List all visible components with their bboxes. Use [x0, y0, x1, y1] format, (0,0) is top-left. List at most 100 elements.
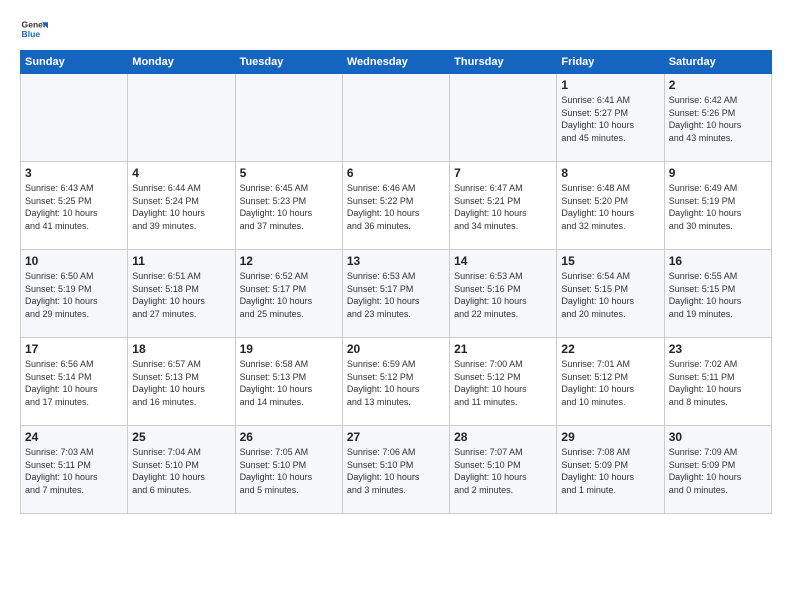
day-number: 30	[669, 430, 767, 444]
calendar-cell: 6Sunrise: 6:46 AM Sunset: 5:22 PM Daylig…	[342, 162, 449, 250]
day-number: 23	[669, 342, 767, 356]
calendar-cell: 2 Sunrise: 6:42 AM Sunset: 5:26 PM Daylig…	[664, 74, 771, 162]
calendar-week-row: 24 Sunrise: 7:03 AM Sunset: 5:11 PM Dayli…	[21, 426, 772, 514]
header: General Blue	[20, 16, 772, 44]
day-info: Sunrise: 6:54 AM Sunset: 5:15 PM Dayligh…	[561, 270, 659, 320]
day-info: Sunrise: 7:04 AM Sunset: 5:10 PM Dayligh…	[132, 446, 230, 496]
calendar-cell: 14Sunrise: 6:53 AM Sunset: 5:16 PM Dayli…	[450, 250, 557, 338]
day-info: Sunrise: 7:00 AM Sunset: 5:12 PM Dayligh…	[454, 358, 552, 408]
day-number: 28	[454, 430, 552, 444]
calendar-cell: 23 Sunrise: 7:02 AM Sunset: 5:11 PM Dayli…	[664, 338, 771, 426]
day-info: Sunrise: 6:55 AM Sunset: 5:15 PM Dayligh…	[669, 270, 767, 320]
weekday-header: Friday	[557, 51, 664, 74]
calendar-week-row: 3 Sunrise: 6:43 AM Sunset: 5:25 PM Daylig…	[21, 162, 772, 250]
calendar-cell	[21, 74, 128, 162]
calendar-cell: 15 Sunrise: 6:54 AM Sunset: 5:15 PM Dayli…	[557, 250, 664, 338]
day-number: 25	[132, 430, 230, 444]
day-number: 20	[347, 342, 445, 356]
day-info: Sunrise: 6:50 AM Sunset: 5:19 PM Dayligh…	[25, 270, 123, 320]
calendar-cell: 30 Sunrise: 7:09 AM Sunset: 5:09 PM Dayli…	[664, 426, 771, 514]
page: General Blue SundayMondayTuesdayWednesda…	[0, 0, 792, 524]
calendar-cell: 17 Sunrise: 6:56 AM Sunset: 5:14 PM Dayli…	[21, 338, 128, 426]
day-number: 12	[240, 254, 338, 268]
weekday-header: Monday	[128, 51, 235, 74]
day-info: Sunrise: 7:02 AM Sunset: 5:11 PM Dayligh…	[669, 358, 767, 408]
weekday-header: Sunday	[21, 51, 128, 74]
day-info: Sunrise: 6:58 AM Sunset: 5:13 PM Dayligh…	[240, 358, 338, 408]
calendar-cell: 5 Sunrise: 6:45 AM Sunset: 5:23 PM Daylig…	[235, 162, 342, 250]
calendar-cell: 13Sunrise: 6:53 AM Sunset: 5:17 PM Dayli…	[342, 250, 449, 338]
day-info: Sunrise: 6:41 AM Sunset: 5:27 PM Dayligh…	[561, 94, 659, 144]
day-number: 16	[669, 254, 767, 268]
day-info: Sunrise: 6:52 AM Sunset: 5:17 PM Dayligh…	[240, 270, 338, 320]
calendar-cell: 21Sunrise: 7:00 AM Sunset: 5:12 PM Dayli…	[450, 338, 557, 426]
calendar-cell: 22 Sunrise: 7:01 AM Sunset: 5:12 PM Dayli…	[557, 338, 664, 426]
day-info: Sunrise: 6:46 AM Sunset: 5:22 PM Dayligh…	[347, 182, 445, 232]
day-info: Sunrise: 7:03 AM Sunset: 5:11 PM Dayligh…	[25, 446, 123, 496]
svg-text:Blue: Blue	[22, 29, 41, 39]
calendar-cell: 12 Sunrise: 6:52 AM Sunset: 5:17 PM Dayli…	[235, 250, 342, 338]
calendar-week-row: 10 Sunrise: 6:50 AM Sunset: 5:19 PM Dayli…	[21, 250, 772, 338]
calendar-cell: 25 Sunrise: 7:04 AM Sunset: 5:10 PM Dayli…	[128, 426, 235, 514]
calendar-cell: 16 Sunrise: 6:55 AM Sunset: 5:15 PM Dayli…	[664, 250, 771, 338]
day-info: Sunrise: 7:06 AM Sunset: 5:10 PM Dayligh…	[347, 446, 445, 496]
calendar-cell	[342, 74, 449, 162]
day-number: 5	[240, 166, 338, 180]
calendar-cell: 28Sunrise: 7:07 AM Sunset: 5:10 PM Dayli…	[450, 426, 557, 514]
weekday-header: Saturday	[664, 51, 771, 74]
day-number: 24	[25, 430, 123, 444]
day-info: Sunrise: 6:42 AM Sunset: 5:26 PM Dayligh…	[669, 94, 767, 144]
calendar-cell: 8Sunrise: 6:48 AM Sunset: 5:20 PM Daylig…	[557, 162, 664, 250]
day-info: Sunrise: 6:51 AM Sunset: 5:18 PM Dayligh…	[132, 270, 230, 320]
calendar-cell: 29Sunrise: 7:08 AM Sunset: 5:09 PM Dayli…	[557, 426, 664, 514]
day-info: Sunrise: 6:53 AM Sunset: 5:17 PM Dayligh…	[347, 270, 445, 320]
calendar-cell: 1 Sunrise: 6:41 AM Sunset: 5:27 PM Daylig…	[557, 74, 664, 162]
day-info: Sunrise: 7:05 AM Sunset: 5:10 PM Dayligh…	[240, 446, 338, 496]
calendar-table: SundayMondayTuesdayWednesdayThursdayFrid…	[20, 50, 772, 514]
calendar-cell: 11Sunrise: 6:51 AM Sunset: 5:18 PM Dayli…	[128, 250, 235, 338]
day-info: Sunrise: 7:09 AM Sunset: 5:09 PM Dayligh…	[669, 446, 767, 496]
weekday-header: Thursday	[450, 51, 557, 74]
day-info: Sunrise: 7:08 AM Sunset: 5:09 PM Dayligh…	[561, 446, 659, 496]
day-number: 14	[454, 254, 552, 268]
day-info: Sunrise: 6:48 AM Sunset: 5:20 PM Dayligh…	[561, 182, 659, 232]
day-info: Sunrise: 6:47 AM Sunset: 5:21 PM Dayligh…	[454, 182, 552, 232]
day-info: Sunrise: 7:01 AM Sunset: 5:12 PM Dayligh…	[561, 358, 659, 408]
day-info: Sunrise: 6:57 AM Sunset: 5:13 PM Dayligh…	[132, 358, 230, 408]
day-info: Sunrise: 6:43 AM Sunset: 5:25 PM Dayligh…	[25, 182, 123, 232]
calendar-cell: 20 Sunrise: 6:59 AM Sunset: 5:12 PM Dayli…	[342, 338, 449, 426]
calendar-cell: 19 Sunrise: 6:58 AM Sunset: 5:13 PM Dayli…	[235, 338, 342, 426]
day-number: 9	[669, 166, 767, 180]
day-number: 4	[132, 166, 230, 180]
day-number: 17	[25, 342, 123, 356]
day-number: 15	[561, 254, 659, 268]
day-info: Sunrise: 6:49 AM Sunset: 5:19 PM Dayligh…	[669, 182, 767, 232]
calendar-cell: 18 Sunrise: 6:57 AM Sunset: 5:13 PM Dayli…	[128, 338, 235, 426]
day-info: Sunrise: 6:56 AM Sunset: 5:14 PM Dayligh…	[25, 358, 123, 408]
calendar-cell: 27Sunrise: 7:06 AM Sunset: 5:10 PM Dayli…	[342, 426, 449, 514]
calendar-cell: 4 Sunrise: 6:44 AM Sunset: 5:24 PM Daylig…	[128, 162, 235, 250]
day-number: 26	[240, 430, 338, 444]
day-info: Sunrise: 6:59 AM Sunset: 5:12 PM Dayligh…	[347, 358, 445, 408]
day-number: 3	[25, 166, 123, 180]
day-number: 22	[561, 342, 659, 356]
day-number: 7	[454, 166, 552, 180]
weekday-header: Tuesday	[235, 51, 342, 74]
day-number: 1	[561, 78, 659, 92]
calendar-week-row: 1 Sunrise: 6:41 AM Sunset: 5:27 PM Daylig…	[21, 74, 772, 162]
day-info: Sunrise: 6:44 AM Sunset: 5:24 PM Dayligh…	[132, 182, 230, 232]
logo-icon: General Blue	[20, 16, 48, 44]
calendar-week-row: 17 Sunrise: 6:56 AM Sunset: 5:14 PM Dayli…	[21, 338, 772, 426]
calendar-cell: 3 Sunrise: 6:43 AM Sunset: 5:25 PM Daylig…	[21, 162, 128, 250]
day-number: 19	[240, 342, 338, 356]
day-number: 10	[25, 254, 123, 268]
day-info: Sunrise: 6:45 AM Sunset: 5:23 PM Dayligh…	[240, 182, 338, 232]
calendar-cell: 24 Sunrise: 7:03 AM Sunset: 5:11 PM Dayli…	[21, 426, 128, 514]
day-number: 2	[669, 78, 767, 92]
calendar-cell: 7 Sunrise: 6:47 AM Sunset: 5:21 PM Daylig…	[450, 162, 557, 250]
calendar-cell	[128, 74, 235, 162]
calendar-header-row: SundayMondayTuesdayWednesdayThursdayFrid…	[21, 51, 772, 74]
weekday-header: Wednesday	[342, 51, 449, 74]
svg-text:General: General	[22, 20, 48, 30]
day-number: 18	[132, 342, 230, 356]
